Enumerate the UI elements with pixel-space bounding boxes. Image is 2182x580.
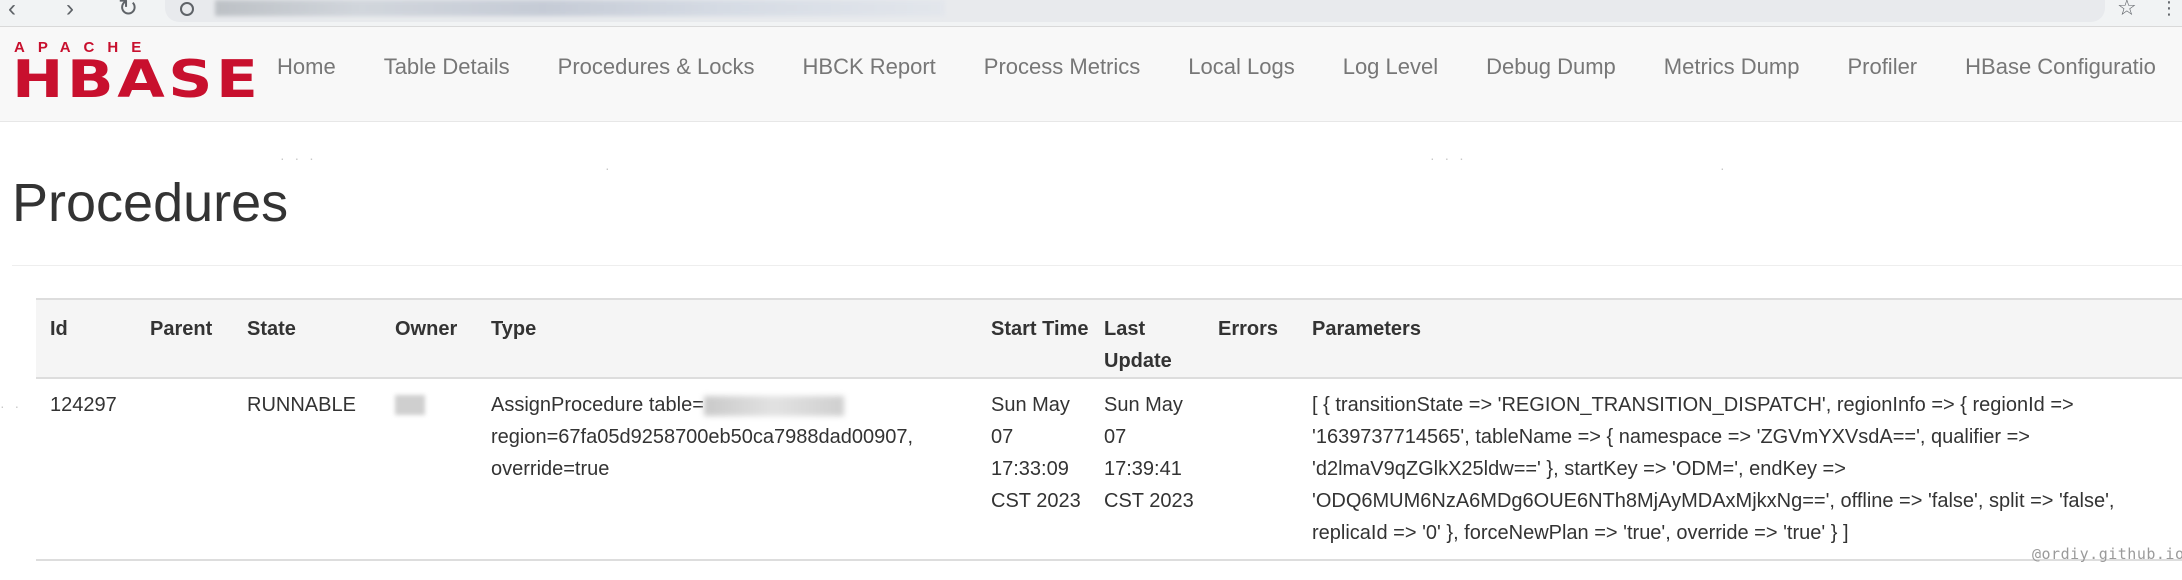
column-header-parent[interactable]: Parent bbox=[136, 299, 233, 378]
reload-icon[interactable]: ↻ bbox=[118, 0, 138, 22]
nav-local-logs[interactable]: Local Logs bbox=[1188, 54, 1294, 80]
decorative-dots: · · bbox=[0, 398, 23, 414]
redacted-owner bbox=[395, 395, 425, 415]
type-rest: region=67fa05d9258700eb50ca7988dad00907,… bbox=[491, 426, 914, 480]
nav-hbase-configuration[interactable]: HBase Configuratio bbox=[1965, 54, 2156, 80]
nav-procedures-locks[interactable]: Procedures & Locks bbox=[558, 54, 755, 80]
column-header-type[interactable]: Type bbox=[477, 299, 977, 378]
cell-type: AssignProcedure table= region=67fa05d925… bbox=[477, 378, 977, 560]
nav-log-level[interactable]: Log Level bbox=[1343, 54, 1438, 80]
column-header-start-time[interactable]: Start Time bbox=[977, 299, 1090, 378]
back-arrow-icon[interactable]: ‹ bbox=[8, 0, 16, 22]
nav-process-metrics[interactable]: Process Metrics bbox=[984, 54, 1140, 80]
redacted-table-name bbox=[703, 395, 844, 416]
page-title: Procedures bbox=[12, 173, 289, 233]
cell-errors bbox=[1204, 378, 1298, 560]
column-header-id[interactable]: Id bbox=[36, 299, 136, 378]
logo-hbase-text: HBASE bbox=[12, 50, 262, 110]
nav-table-details[interactable]: Table Details bbox=[384, 54, 510, 80]
cell-owner bbox=[381, 378, 477, 560]
nav-home[interactable]: Home bbox=[277, 54, 336, 80]
column-header-last-update[interactable]: Last Update bbox=[1090, 299, 1204, 378]
decorative-dots: · · · bbox=[280, 150, 317, 166]
type-prefix: AssignProcedure table= bbox=[491, 394, 704, 416]
table-row: 124297 RUNNABLE AssignProcedure table= r… bbox=[36, 378, 2182, 560]
top-navbar: APACHE HBASE Home Table Details Procedur… bbox=[0, 27, 2182, 122]
menu-icon[interactable]: ⋮ bbox=[2160, 0, 2178, 18]
procedures-table: Id Parent State Owner Type Start Time La… bbox=[36, 298, 2182, 561]
nav-links: Home Table Details Procedures & Locks HB… bbox=[277, 27, 2182, 107]
bookmark-star-icon[interactable]: ☆ bbox=[2117, 0, 2137, 21]
nav-hbck-report[interactable]: HBCK Report bbox=[803, 54, 936, 80]
info-icon[interactable] bbox=[180, 2, 194, 16]
nav-metrics-dump[interactable]: Metrics Dump bbox=[1664, 54, 1800, 80]
cell-start-time: Sun May 07 17:33:09 CST 2023 bbox=[991, 394, 1081, 512]
title-divider bbox=[12, 265, 2182, 266]
watermark: @ordiy.github.io bbox=[2032, 545, 2182, 563]
procedures-table-container: Id Parent State Owner Type Start Time La… bbox=[36, 298, 2182, 561]
hbase-logo[interactable]: APACHE HBASE bbox=[12, 39, 258, 109]
column-header-state[interactable]: State bbox=[233, 299, 381, 378]
column-header-errors[interactable]: Errors bbox=[1204, 299, 1298, 378]
browser-toolbar: ‹ › ↻ ☆ ⋮ bbox=[0, 0, 2182, 27]
cell-id: 124297 bbox=[50, 394, 117, 416]
decorative-dots: · bbox=[605, 160, 613, 176]
cell-state: RUNNABLE bbox=[247, 394, 356, 416]
cell-parameters: [ { transitionState => 'REGION_TRANSITIO… bbox=[1312, 394, 2115, 544]
forward-arrow-icon[interactable]: › bbox=[66, 0, 74, 22]
decorative-dots: · · · bbox=[1430, 150, 1467, 166]
column-header-owner[interactable]: Owner bbox=[381, 299, 477, 378]
cell-last-update: Sun May 07 17:39:41 CST 2023 bbox=[1104, 394, 1194, 512]
column-header-parameters[interactable]: Parameters bbox=[1298, 299, 2182, 378]
nav-debug-dump[interactable]: Debug Dump bbox=[1486, 54, 1616, 80]
nav-profiler[interactable]: Profiler bbox=[1847, 54, 1917, 80]
cell-parent bbox=[136, 378, 233, 560]
redacted-url bbox=[215, 0, 945, 16]
decorative-dots: · bbox=[1720, 160, 1728, 176]
table-header-row: Id Parent State Owner Type Start Time La… bbox=[36, 299, 2182, 378]
